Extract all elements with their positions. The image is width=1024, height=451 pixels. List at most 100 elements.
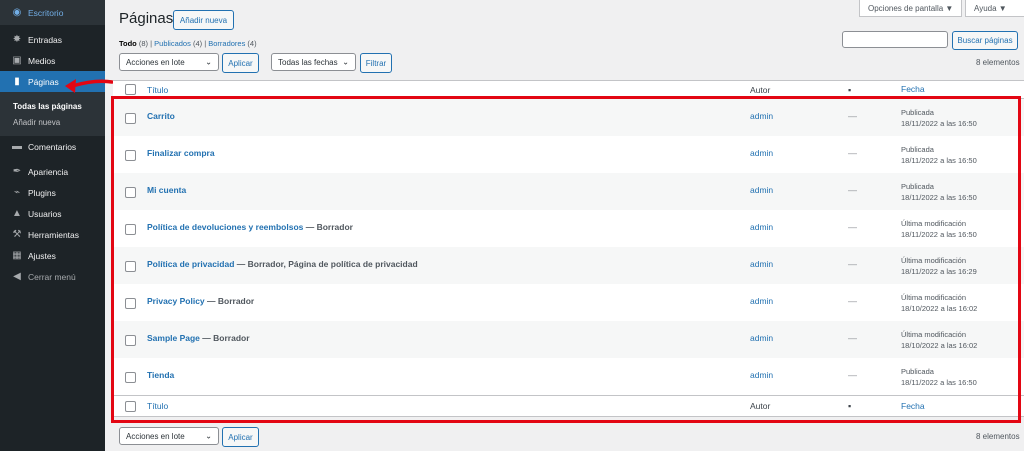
comment-icon: ▬	[12, 141, 22, 152]
page-title-link[interactable]: Mi cuenta	[147, 185, 186, 195]
sidebar-item-label: Plugins	[28, 187, 56, 198]
author-link[interactable]: admin	[750, 296, 773, 306]
plugin-icon: ⌁	[13, 187, 21, 198]
row-checkbox[interactable]	[125, 298, 136, 309]
post-date: 18/11/2022 a las 16:50	[901, 156, 977, 165]
post-status: Última modificación	[901, 219, 967, 228]
comments-count: —	[848, 370, 857, 380]
post-status: Última modificación	[901, 256, 967, 265]
column-author-header: Autor	[750, 84, 771, 95]
annotation-arrow-icon	[65, 79, 114, 93]
sidebar-item-label: Comentarios	[28, 141, 77, 152]
post-date: 18/11/2022 a las 16:50	[901, 193, 977, 202]
search-input[interactable]	[842, 31, 948, 48]
status-filter-links: Todo (8) | Publicados (4) | Borradores (…	[119, 39, 257, 48]
author-link[interactable]: admin	[750, 111, 773, 121]
sidebar-item-plugins[interactable]: ⌁ Plugins	[0, 182, 105, 203]
admin-sidebar: ◉ Escritorio ✸ Entradas ▣ Medios ▮ Págin…	[0, 0, 105, 451]
filter-button[interactable]: Filtrar	[360, 53, 392, 73]
post-date: 18/11/2022 a las 16:50	[901, 230, 977, 239]
row-checkbox[interactable]	[125, 113, 136, 124]
column-title-footer[interactable]: Título	[147, 401, 168, 411]
submenu-all-pages[interactable]: Todas las páginas	[0, 98, 105, 114]
apply-bulk-button[interactable]: Aplicar	[222, 53, 259, 73]
sidebar-item-appearance[interactable]: ✒ Apariencia	[0, 161, 105, 182]
sidebar-item-label: Apariencia	[28, 166, 69, 177]
sidebar-item-tools[interactable]: ⚒ Herramientas	[0, 224, 105, 245]
bulk-actions-select-bottom[interactable]: Acciones en lote ⌄	[119, 427, 219, 445]
submenu-add-new[interactable]: Añadir nueva	[0, 114, 105, 130]
wrench-icon: ⚒	[12, 229, 22, 240]
items-count: 8 elementos	[976, 58, 1020, 67]
page-state: — Borrador	[199, 333, 250, 343]
comments-count: —	[848, 259, 857, 269]
date-cell: Última modificación 18/11/2022 a las 16:5…	[901, 218, 977, 240]
author-link[interactable]: admin	[750, 222, 773, 232]
comments-count: —	[848, 148, 857, 158]
sidebar-item-label: Usuarios	[28, 208, 62, 219]
author-link[interactable]: admin	[750, 259, 773, 269]
row-checkbox[interactable]	[125, 335, 136, 346]
row-checkbox[interactable]	[125, 224, 136, 235]
column-date-footer[interactable]: Fecha	[901, 401, 925, 412]
sidebar-item-settings[interactable]: ▦ Ajustes	[0, 245, 105, 266]
author-link[interactable]: admin	[750, 370, 773, 380]
pages-icon: ▮	[14, 76, 20, 87]
page-title-link[interactable]: Privacy Policy	[147, 296, 205, 306]
sidebar-item-comments[interactable]: ▬ Comentarios	[0, 136, 105, 157]
filter-all-link[interactable]: Todo	[119, 39, 137, 48]
row-title-cell: Carrito	[147, 111, 175, 121]
row-title-cell: Tienda	[147, 370, 174, 380]
collapse-icon: ◀	[13, 271, 21, 282]
table-row: Carrito admin — Publicada 18/11/2022 a las 1…	[113, 99, 1024, 136]
row-checkbox[interactable]	[125, 150, 136, 161]
page-title-link[interactable]: Carrito	[147, 111, 175, 121]
row-checkbox[interactable]	[125, 372, 136, 383]
author-link[interactable]: admin	[750, 333, 773, 343]
dashboard-icon: ◉	[12, 7, 22, 18]
search-pages-button[interactable]: Buscar páginas	[952, 31, 1018, 50]
bulk-actions-select[interactable]: Acciones en lote ⌄	[119, 53, 219, 71]
add-new-page-button[interactable]: Añadir nueva	[173, 10, 234, 30]
date-filter-select[interactable]: Todas las fechas ⌄	[271, 53, 356, 71]
date-cell: Última modificación 18/11/2022 a las 16:2…	[901, 255, 977, 277]
page-title-link[interactable]: Política de devoluciones y reembolsos	[147, 222, 303, 232]
page-title-link[interactable]: Sample Page	[147, 333, 200, 343]
author-link[interactable]: admin	[750, 185, 773, 195]
comments-count: —	[848, 296, 857, 306]
filter-drafts-link[interactable]: Borradores	[208, 39, 245, 48]
row-title-cell: Finalizar compra	[147, 148, 215, 158]
row-checkbox[interactable]	[125, 261, 136, 272]
row-checkbox[interactable]	[125, 187, 136, 198]
column-title-header[interactable]: Título	[147, 85, 168, 95]
page-title-link[interactable]: Política de privacidad	[147, 259, 234, 269]
help-button[interactable]: Ayuda ▼	[965, 0, 1024, 17]
sidebar-item-posts[interactable]: ✸ Entradas	[0, 29, 105, 50]
sidebar-item-label: Entradas	[28, 34, 63, 45]
table-row: Tienda admin — Publicada 18/11/2022 a las 16…	[113, 358, 1024, 395]
screen-options-button[interactable]: Opciones de pantalla ▼	[859, 0, 963, 17]
chevron-down-icon: ⌄	[205, 431, 212, 441]
date-cell: Publicada 18/11/2022 a las 16:50	[901, 144, 977, 166]
settings-icon: ▦	[12, 250, 22, 261]
table-row: Política de devoluciones y reembolsos — …	[113, 210, 1024, 247]
row-title-cell: Política de devoluciones y reembolsos — …	[147, 222, 353, 232]
comments-count: —	[848, 222, 857, 232]
column-author-footer: Autor	[750, 401, 771, 411]
select-all-checkbox[interactable]	[125, 400, 136, 412]
apply-bulk-button-bottom[interactable]: Aplicar	[222, 427, 259, 447]
post-date: 18/10/2022 a las 16:02	[901, 304, 978, 313]
sidebar-item-dashboard[interactable]: ◉ Escritorio	[0, 0, 105, 25]
pages-submenu: Todas las páginas Añadir nueva	[0, 92, 105, 136]
filter-published-link[interactable]: Publicados	[154, 39, 191, 48]
author-link[interactable]: admin	[750, 148, 773, 158]
page-title-link[interactable]: Finalizar compra	[147, 148, 215, 158]
comment-icon: ▪	[848, 84, 852, 95]
sidebar-item-users[interactable]: ▲ Usuarios	[0, 203, 105, 224]
select-all-checkbox[interactable]	[125, 84, 136, 95]
sidebar-collapse-menu[interactable]: ◀ Cerrar menú	[0, 266, 105, 287]
page-title-link[interactable]: Tienda	[147, 370, 174, 380]
sidebar-item-media[interactable]: ▣ Medios	[0, 50, 105, 71]
post-date: 18/11/2022 a las 16:50	[901, 378, 977, 387]
column-date-header[interactable]: Fecha	[901, 84, 925, 95]
